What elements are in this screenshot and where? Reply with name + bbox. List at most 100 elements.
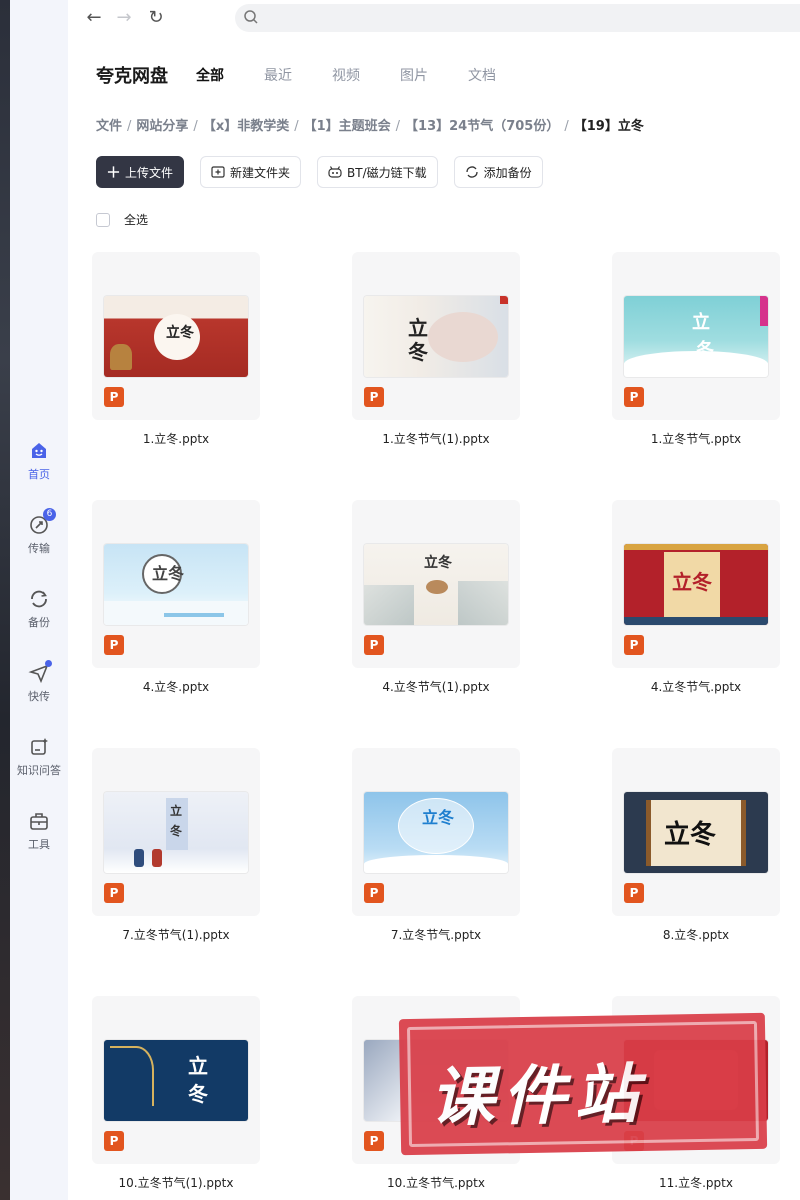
ppt-file-icon: P bbox=[104, 1131, 124, 1151]
new-folder-label: 新建文件夹 bbox=[230, 165, 291, 180]
add-backup-button[interactable]: 添加备份 bbox=[453, 156, 543, 188]
file-card[interactable]: 立 冬 P 1.立冬节气(1).pptx bbox=[352, 252, 520, 462]
breadcrumb-item[interactable]: 【13】24节气（705份） bbox=[405, 119, 559, 134]
tab-documents[interactable]: 文档 bbox=[468, 65, 536, 85]
home-icon bbox=[28, 440, 50, 462]
file-thumbnail: 立冬 bbox=[364, 792, 508, 873]
file-thumbnail: 立冬 bbox=[364, 544, 508, 625]
file-thumbnail: 立冬 bbox=[624, 792, 768, 873]
file-card[interactable]: 立冬 P 4.立冬节气(1).pptx bbox=[352, 500, 520, 710]
new-folder-button[interactable]: 新建文件夹 bbox=[200, 156, 302, 188]
transfer-icon: 6 bbox=[28, 508, 56, 536]
file-name: 10.立冬节气(1).pptx bbox=[118, 1176, 234, 1190]
file-thumbnail: 立 冬 bbox=[104, 792, 248, 873]
file-name: 4.立冬.pptx bbox=[142, 680, 210, 694]
tab-all[interactable]: 全部 bbox=[196, 65, 264, 85]
file-thumbnail: 立冬 bbox=[104, 544, 248, 625]
file-card[interactable]: 立冬 P 1.立冬.pptx bbox=[92, 252, 260, 462]
file-name: 7.立冬节气.pptx bbox=[390, 928, 482, 942]
upload-button[interactable]: 上传文件 bbox=[96, 156, 184, 188]
nav-home[interactable]: 首页 bbox=[10, 440, 68, 500]
watermark-stamp: 课件站 bbox=[398, 1012, 768, 1156]
nav-tools[interactable]: 工具 bbox=[10, 810, 68, 870]
ppt-file-icon: P bbox=[624, 387, 644, 407]
knowledge-qa-icon bbox=[28, 736, 50, 758]
nav-quick-send[interactable]: 快传 bbox=[10, 660, 68, 722]
add-backup-label: 添加备份 bbox=[483, 165, 532, 180]
nav-transfer-label: 传输 bbox=[28, 542, 50, 555]
nav-home-label: 首页 bbox=[28, 468, 50, 481]
bt-download-button[interactable]: BT/磁力链下载 bbox=[317, 156, 438, 188]
nav-quick-send-label: 快传 bbox=[28, 690, 50, 703]
file-name: 7.立冬节气(1).pptx bbox=[122, 928, 230, 942]
tab-video[interactable]: 视频 bbox=[332, 65, 400, 85]
file-name: 10.立冬节气.pptx bbox=[387, 1176, 485, 1190]
new-folder-icon bbox=[211, 166, 225, 178]
ppt-file-icon: P bbox=[624, 635, 644, 655]
ppt-file-icon: P bbox=[364, 883, 384, 903]
breadcrumb-item[interactable]: 文件 bbox=[96, 119, 122, 134]
file-thumbnail: 立 冬 bbox=[624, 296, 768, 377]
search-icon bbox=[244, 10, 258, 24]
file-name: 1.立冬.pptx bbox=[142, 432, 210, 446]
file-card[interactable]: 立 冬 P 10.立冬节气(1).pptx bbox=[92, 996, 260, 1200]
nav-knowledge-qa-label: 知识问答 bbox=[17, 764, 61, 777]
plus-icon bbox=[107, 166, 120, 178]
ppt-file-icon: P bbox=[364, 635, 384, 655]
backup-sync-icon bbox=[465, 166, 478, 178]
ppt-file-icon: P bbox=[364, 387, 384, 407]
category-tabs: 全部 最近 视频 图片 文档 bbox=[196, 65, 536, 85]
file-card[interactable]: 立 冬 P 1.立冬节气.pptx bbox=[612, 252, 780, 462]
tab-images[interactable]: 图片 bbox=[400, 65, 468, 85]
ppt-file-icon: P bbox=[104, 883, 124, 903]
file-name: 1.立冬节气(1).pptx bbox=[382, 432, 490, 446]
file-card[interactable]: 立冬 P 7.立冬节气.pptx bbox=[352, 748, 520, 958]
breadcrumb-item[interactable]: 【x】非教学类 bbox=[203, 119, 289, 134]
select-all[interactable]: 全选 bbox=[96, 211, 148, 228]
file-name: 1.立冬节气.pptx bbox=[650, 432, 742, 446]
nav-transfer[interactable]: 6 传输 bbox=[10, 508, 68, 574]
ppt-file-icon: P bbox=[624, 883, 644, 903]
address-bar[interactable] bbox=[235, 4, 800, 32]
nav-backup[interactable]: 备份 bbox=[10, 588, 68, 648]
file-thumbnail: 立 冬 bbox=[364, 296, 508, 377]
file-name: 4.立冬节气.pptx bbox=[650, 680, 742, 694]
transfer-count-badge: 6 bbox=[43, 508, 56, 521]
action-toolbar: 上传文件 新建文件夹 BT/磁力链下载 添加备份 bbox=[96, 156, 559, 188]
left-sidebar: 首页 6 传输 备份 快传 知识问答 工具 bbox=[10, 0, 68, 1200]
upload-label: 上传文件 bbox=[124, 165, 173, 180]
browser-toolbar: ← → ↻ bbox=[68, 0, 800, 36]
tab-recent[interactable]: 最近 bbox=[264, 65, 332, 85]
reload-icon[interactable]: ↻ bbox=[144, 6, 168, 30]
file-card[interactable]: 立 冬 P 7.立冬节气(1).pptx bbox=[92, 748, 260, 958]
file-name: 4.立冬节气(1).pptx bbox=[382, 680, 490, 694]
nav-backup-label: 备份 bbox=[28, 616, 50, 629]
ppt-file-icon: P bbox=[104, 635, 124, 655]
breadcrumb-item[interactable]: 【1】主题班会 bbox=[304, 119, 391, 134]
breadcrumb: 文件 / 网站分享 / 【x】非教学类 / 【1】主题班会 / 【13】24节气（705份） / 【… bbox=[96, 119, 644, 134]
app-brand: 夸克网盘 bbox=[96, 66, 168, 87]
file-card[interactable]: 立冬 P 4.立冬节气.pptx bbox=[612, 500, 780, 710]
file-thumbnail: 立冬 bbox=[624, 544, 768, 625]
breadcrumb-item[interactable]: 网站分享 bbox=[136, 119, 188, 134]
nav-tools-label: 工具 bbox=[28, 838, 50, 851]
backup-icon bbox=[28, 588, 50, 610]
ppt-file-icon: P bbox=[364, 1131, 384, 1151]
select-all-label: 全选 bbox=[124, 213, 149, 227]
forward-arrow-icon[interactable]: → bbox=[112, 6, 136, 30]
file-card[interactable]: 立冬 P 8.立冬.pptx bbox=[612, 748, 780, 958]
breadcrumb-current: 【19】立冬 bbox=[573, 119, 644, 134]
desktop-edge bbox=[0, 0, 10, 1200]
file-thumbnail: 立 冬 bbox=[104, 1040, 248, 1121]
toolbox-icon bbox=[28, 810, 50, 832]
back-arrow-icon[interactable]: ← bbox=[82, 6, 106, 30]
quick-send-icon bbox=[28, 660, 52, 684]
file-card[interactable]: 立冬 P 4.立冬.pptx bbox=[92, 500, 260, 710]
ppt-file-icon: P bbox=[104, 387, 124, 407]
watermark-text: 课件站 bbox=[429, 1057, 647, 1136]
notification-dot bbox=[45, 660, 52, 667]
select-all-checkbox[interactable] bbox=[96, 212, 110, 227]
file-name: 8.立冬.pptx bbox=[662, 928, 730, 942]
bt-download-label: BT/磁力链下载 bbox=[347, 165, 427, 180]
nav-knowledge-qa[interactable]: 知识问答 bbox=[10, 736, 68, 796]
